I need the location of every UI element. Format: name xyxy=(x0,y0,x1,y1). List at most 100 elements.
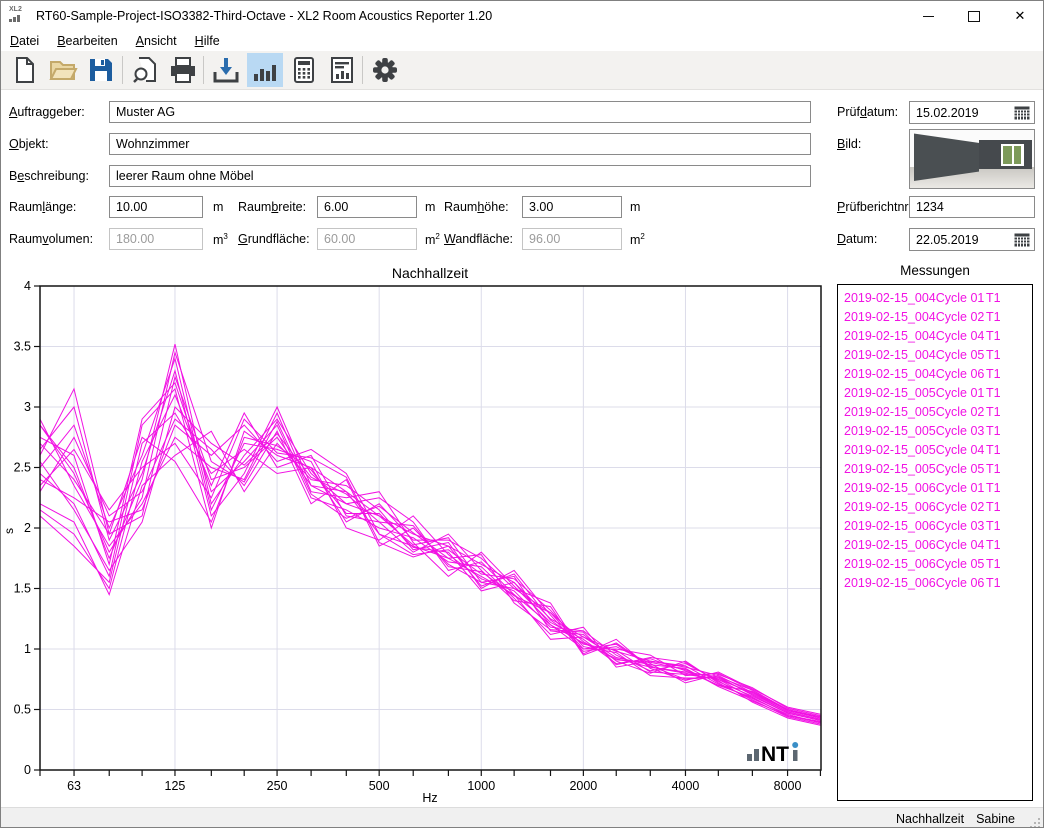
raumlaenge-unit: m xyxy=(213,200,223,214)
menu-bearbeiten[interactable]: Bearbeiten xyxy=(48,32,126,51)
status-sabine[interactable]: Sabine xyxy=(976,812,1015,826)
svg-text:8000: 8000 xyxy=(774,779,802,793)
svg-text:63: 63 xyxy=(67,779,81,793)
list-item[interactable]: 2019-02-15_006Cycle 04T1 xyxy=(838,536,1032,555)
list-item[interactable]: 2019-02-15_006Cycle 02T1 xyxy=(838,498,1032,517)
measurements-title: Messungen xyxy=(837,263,1033,278)
list-item[interactable]: 2019-02-15_005Cycle 04T1 xyxy=(838,441,1032,460)
svg-text:3: 3 xyxy=(24,400,31,414)
print-button[interactable] xyxy=(165,53,201,87)
raumvolumen-unit: m3 xyxy=(213,232,228,247)
menu-hilfe[interactable]: Hilfe xyxy=(186,32,229,51)
measurement-tag: T1 xyxy=(986,460,1001,479)
grundflaeche-unit: m2 xyxy=(425,232,440,247)
list-item[interactable]: 2019-02-15_005Cycle 03T1 xyxy=(838,422,1032,441)
raumbreite-label: Raumbreite: xyxy=(238,200,306,214)
measurement-tag: T1 xyxy=(986,384,1001,403)
nti-logo: NT xyxy=(747,742,798,766)
calculator-button[interactable] xyxy=(286,53,322,87)
measurement-tag: T1 xyxy=(986,479,1001,498)
list-item[interactable]: 2019-02-15_006Cycle 03T1 xyxy=(838,517,1032,536)
print-preview-icon xyxy=(130,55,160,85)
menu-datei[interactable]: Datei xyxy=(1,32,48,51)
wandflaeche-input xyxy=(522,228,622,250)
raumhoehe-unit: m xyxy=(630,200,640,214)
measurement-name: 2019-02-15_006Cycle 03 xyxy=(844,519,984,533)
import-button[interactable] xyxy=(208,53,244,87)
list-item[interactable]: 2019-02-15_005Cycle 05T1 xyxy=(838,460,1032,479)
resize-grip[interactable] xyxy=(1029,817,1041,828)
beschreibung-input[interactable] xyxy=(109,165,811,187)
pruefdatum-input[interactable] xyxy=(910,102,1012,123)
app-icon: XL2 xyxy=(9,6,29,26)
close-button[interactable]: ✕ xyxy=(997,1,1043,31)
objekt-label: Objekt: xyxy=(9,137,49,151)
measurement-tag: T1 xyxy=(986,422,1001,441)
bild-label: Bild: xyxy=(837,137,861,151)
settings-button[interactable] xyxy=(367,53,403,87)
measurement-name: 2019-02-15_005Cycle 05 xyxy=(844,462,984,476)
svg-text:2.5: 2.5 xyxy=(14,461,31,475)
raumhoehe-label: Raumhöhe: xyxy=(444,200,509,214)
list-item[interactable]: 2019-02-15_004Cycle 04T1 xyxy=(838,327,1032,346)
new-document-button[interactable] xyxy=(7,53,43,87)
open-button[interactable] xyxy=(45,53,81,87)
minimize-button[interactable] xyxy=(905,1,951,31)
list-item[interactable]: 2019-02-15_006Cycle 06T1 xyxy=(838,574,1032,593)
menubar: Datei Bearbeiten Ansicht Hilfe xyxy=(1,31,1043,51)
room-photo[interactable] xyxy=(909,129,1035,189)
measurement-name: 2019-02-15_006Cycle 06 xyxy=(844,576,984,590)
measurement-tag: T1 xyxy=(986,365,1001,384)
menu-ansicht[interactable]: Ansicht xyxy=(127,32,186,51)
raumbreite-input[interactable] xyxy=(317,196,417,218)
measurement-name: 2019-02-15_005Cycle 02 xyxy=(844,405,984,419)
grundflaeche-input xyxy=(317,228,417,250)
maximize-button[interactable] xyxy=(951,1,997,31)
measurement-tag: T1 xyxy=(986,441,1001,460)
report-button[interactable] xyxy=(324,53,360,87)
list-item[interactable]: 2019-02-15_006Cycle 05T1 xyxy=(838,555,1032,574)
auftraggeber-input[interactable] xyxy=(109,101,811,123)
raumvolumen-input xyxy=(109,228,203,250)
chart-button[interactable] xyxy=(247,53,283,87)
svg-text:500: 500 xyxy=(369,779,390,793)
svg-text:Hz: Hz xyxy=(422,791,437,805)
list-item[interactable]: 2019-02-15_006Cycle 01T1 xyxy=(838,479,1032,498)
list-item[interactable]: 2019-02-15_004Cycle 06T1 xyxy=(838,365,1032,384)
list-item[interactable]: 2019-02-15_004Cycle 01T1 xyxy=(838,289,1032,308)
measurement-list: 2019-02-15_004Cycle 01T12019-02-15_004Cy… xyxy=(837,284,1033,801)
measurement-name: 2019-02-15_004Cycle 06 xyxy=(844,367,984,381)
raumlaenge-input[interactable] xyxy=(109,196,203,218)
statusbar: Nachhallzeit Sabine xyxy=(1,807,1043,828)
measurement-tag: T1 xyxy=(986,517,1001,536)
pruefdatum-calendar-button[interactable] xyxy=(1012,104,1032,121)
print-icon xyxy=(168,55,198,85)
raumlaenge-label: Raumlänge: xyxy=(9,200,76,214)
svg-text:1.5: 1.5 xyxy=(14,582,31,596)
measurement-tag: T1 xyxy=(986,574,1001,593)
save-button[interactable] xyxy=(83,53,119,87)
titlebar: XL2 RT60-Sample-Project-ISO3382-Third-Oc… xyxy=(1,1,1043,31)
list-item[interactable]: 2019-02-15_005Cycle 02T1 xyxy=(838,403,1032,422)
svg-text:125: 125 xyxy=(165,779,186,793)
pruefberichtnr-input[interactable] xyxy=(909,196,1035,218)
measurement-tag: T1 xyxy=(986,327,1001,346)
xl2-bars-icon xyxy=(9,15,20,22)
datum-input[interactable] xyxy=(910,229,1012,250)
raumhoehe-input[interactable] xyxy=(522,196,622,218)
list-item[interactable]: 2019-02-15_005Cycle 01T1 xyxy=(838,384,1032,403)
status-nachhallzeit[interactable]: Nachhallzeit xyxy=(896,812,964,826)
chart-icon xyxy=(250,55,280,85)
measurement-name: 2019-02-15_006Cycle 04 xyxy=(844,538,984,552)
maximize-icon xyxy=(968,11,980,22)
measurement-tag: T1 xyxy=(986,346,1001,365)
objekt-input[interactable] xyxy=(109,133,811,155)
svg-text:250: 250 xyxy=(267,779,288,793)
measurement-tag: T1 xyxy=(986,555,1001,574)
print-preview-button[interactable] xyxy=(127,53,163,87)
datum-calendar-button[interactable] xyxy=(1012,231,1032,248)
minimize-icon xyxy=(923,16,934,17)
measurement-tag: T1 xyxy=(986,403,1001,422)
list-item[interactable]: 2019-02-15_004Cycle 02T1 xyxy=(838,308,1032,327)
list-item[interactable]: 2019-02-15_004Cycle 05T1 xyxy=(838,346,1032,365)
